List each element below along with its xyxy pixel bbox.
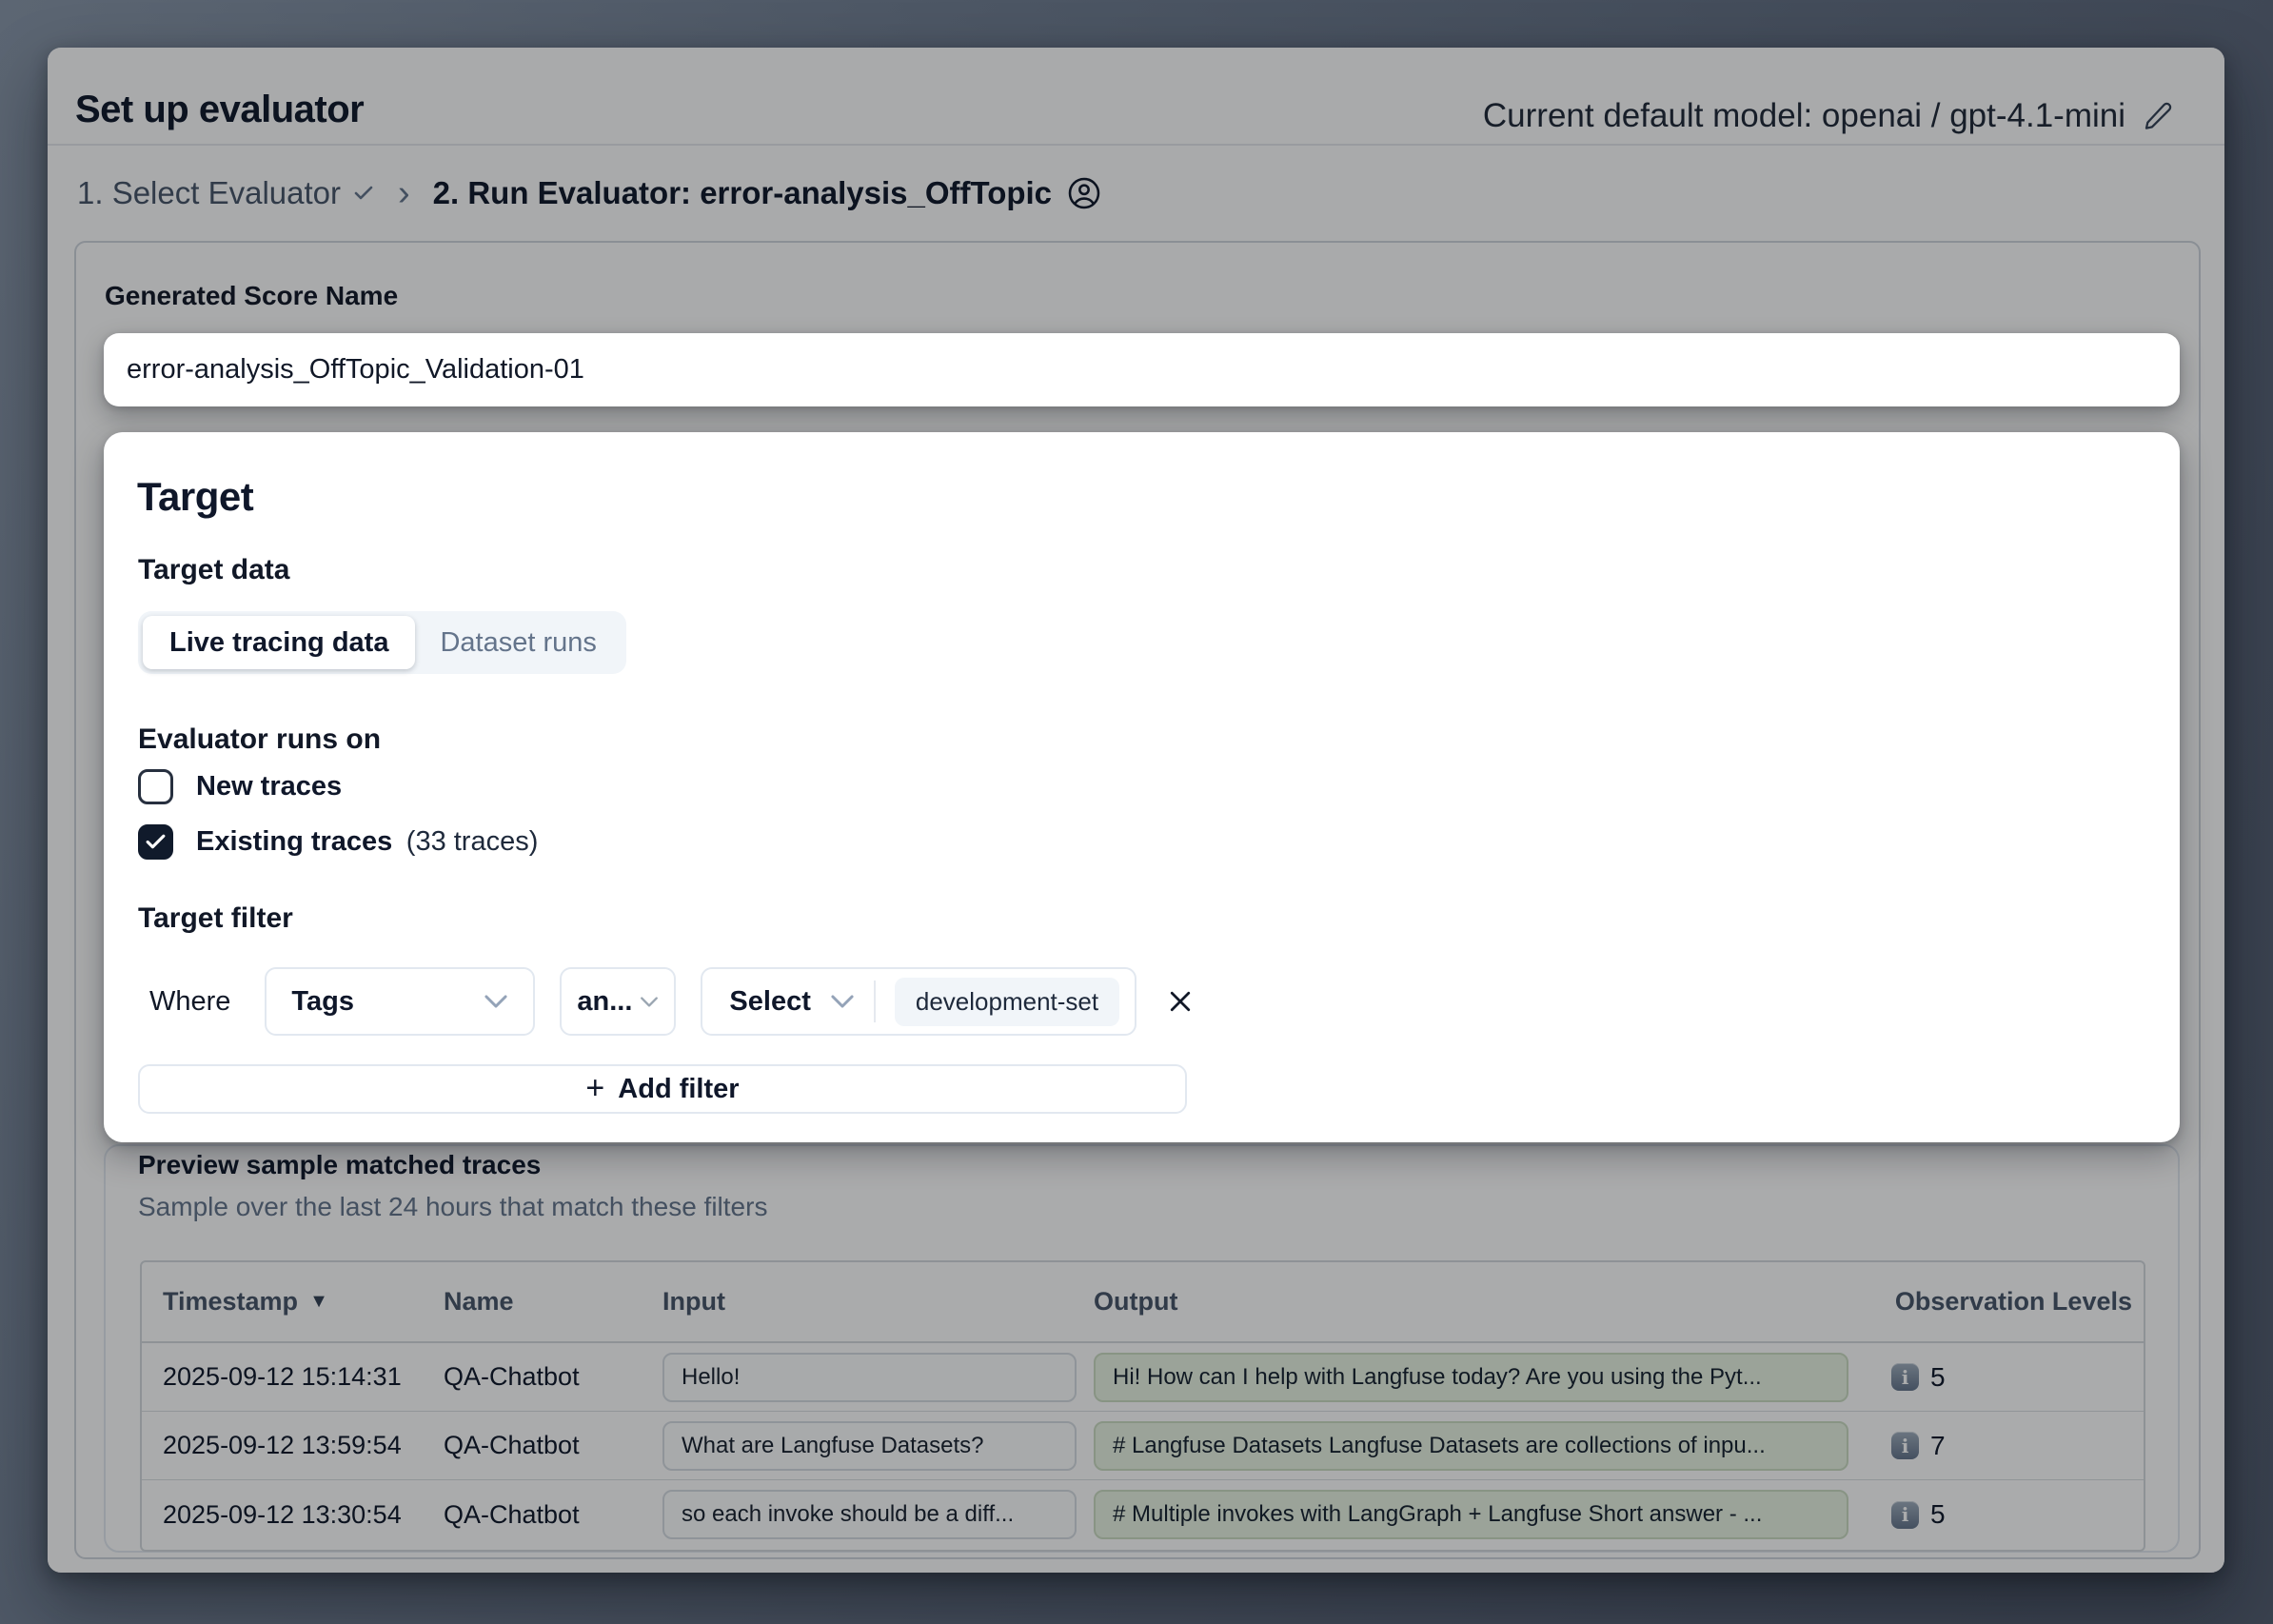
plus-icon: + [585, 1072, 604, 1104]
info-icon: i [1891, 1501, 1919, 1529]
input-preview-chip[interactable]: What are Langfuse Datasets? [662, 1421, 1077, 1471]
filter-value-label: Select [729, 986, 810, 1018]
score-name-label: Generated Score Name [105, 281, 398, 311]
breadcrumb: 1. Select Evaluator › 2. Run Evaluator: … [77, 169, 1101, 217]
setup-evaluator-modal: Set up evaluator Current default model: … [48, 48, 2224, 1573]
column-header-output: Output [1094, 1287, 1865, 1317]
remove-filter-button[interactable] [1161, 982, 1199, 1020]
option-existing-traces[interactable]: Existing traces (33 traces) [138, 824, 538, 860]
checkbox-existing-traces[interactable] [138, 824, 173, 860]
filter-value-chip: development-set [895, 978, 1119, 1026]
default-model-label: Current default model: openai / gpt-4.1-… [1483, 97, 2125, 135]
where-label: Where [138, 986, 240, 1018]
chevron-down-icon [830, 994, 855, 1009]
breadcrumb-step-1-label: 1. Select Evaluator [77, 175, 341, 211]
observation-level-count: 5 [1930, 1362, 1946, 1393]
table-row[interactable]: 2025-09-12 15:14:31 QA-Chatbot Hello! Hi… [142, 1343, 2144, 1412]
select-divider [874, 980, 876, 1022]
edit-model-icon[interactable] [2143, 101, 2173, 131]
column-header-observation-levels: Observation Levels [1865, 1287, 2144, 1317]
info-icon: i [1891, 1363, 1919, 1391]
output-preview-chip[interactable]: Hi! How can I help with Langfuse today? … [1094, 1353, 1848, 1402]
page-title: Set up evaluator [75, 89, 364, 131]
table-row[interactable]: 2025-09-12 13:59:54 QA-Chatbot What are … [142, 1412, 2144, 1480]
option-new-traces[interactable]: New traces [138, 769, 342, 804]
cell-name: QA-Chatbot [444, 1362, 662, 1392]
evaluator-form-container: Generated Score Name Target Target data … [74, 241, 2201, 1559]
target-data-label: Target data [138, 554, 289, 586]
default-model-row: Current default model: openai / gpt-4.1-… [1483, 97, 2173, 135]
output-preview-chip[interactable]: # Langfuse Datasets Langfuse Datasets ar… [1094, 1421, 1848, 1471]
target-card: Target Target data Live tracing data Dat… [104, 432, 2180, 1142]
output-preview-chip[interactable]: # Multiple invokes with LangGraph + Lang… [1094, 1490, 1848, 1539]
filter-value-select[interactable]: Select development-set [701, 967, 1136, 1036]
header-divider [48, 144, 2224, 146]
filter-operator-value: an... [577, 986, 632, 1018]
tab-live-tracing-data[interactable]: Live tracing data [143, 616, 415, 669]
chevron-down-icon [640, 996, 659, 1008]
cell-timestamp: 2025-09-12 15:14:31 [142, 1362, 444, 1392]
target-data-toggle: Live tracing data Dataset runs [138, 611, 626, 674]
add-filter-button[interactable]: + Add filter [138, 1064, 1187, 1114]
target-filter-label: Target filter [138, 902, 293, 935]
existing-traces-count: (33 traces) [406, 826, 539, 857]
check-icon [352, 182, 375, 205]
checkbox-existing-traces-label: Existing traces [196, 826, 392, 857]
input-preview-chip[interactable]: so each invoke should be a diff... [662, 1490, 1077, 1539]
score-name-input[interactable] [104, 333, 2180, 406]
filter-operator-select[interactable]: an... [560, 967, 676, 1036]
column-header-timestamp[interactable]: Timestamp ▼ [142, 1287, 444, 1317]
filter-column-select[interactable]: Tags [265, 967, 535, 1036]
preview-subtitle: Sample over the last 24 hours that match… [138, 1192, 767, 1222]
chevron-down-icon [484, 994, 508, 1009]
input-preview-chip[interactable]: Hello! [662, 1353, 1077, 1402]
breadcrumb-step-2-label: 2. Run Evaluator: error-analysis_OffTopi… [433, 175, 1052, 211]
cell-observation-levels: i 5 [1865, 1362, 2144, 1393]
score-name-field [104, 333, 2180, 406]
filter-row: Where Tags an... [138, 967, 1199, 1036]
cell-name: QA-Chatbot [444, 1431, 662, 1460]
target-title: Target [137, 474, 253, 520]
cell-timestamp: 2025-09-12 13:59:54 [142, 1431, 444, 1460]
table-header-row: Timestamp ▼ Name Input Output Observatio… [142, 1262, 2144, 1343]
filter-column-value: Tags [291, 986, 354, 1018]
column-header-name: Name [444, 1287, 662, 1317]
sort-desc-icon: ▼ [309, 1291, 328, 1313]
breadcrumb-step-1[interactable]: 1. Select Evaluator [77, 175, 375, 211]
tab-dataset-runs[interactable]: Dataset runs [415, 616, 621, 669]
cell-observation-levels: i 5 [1865, 1499, 2144, 1530]
add-filter-label: Add filter [618, 1074, 739, 1105]
column-header-input: Input [662, 1287, 1094, 1317]
observation-level-count: 7 [1930, 1431, 1946, 1461]
cell-name: QA-Chatbot [444, 1500, 662, 1530]
preview-title: Preview sample matched traces [138, 1150, 541, 1180]
checkbox-new-traces-label: New traces [196, 771, 342, 802]
checkbox-new-traces[interactable] [138, 769, 173, 804]
cell-observation-levels: i 7 [1865, 1431, 2144, 1461]
cell-timestamp: 2025-09-12 13:30:54 [142, 1500, 444, 1530]
table-row[interactable]: 2025-09-12 13:30:54 QA-Chatbot so each i… [142, 1480, 2144, 1549]
info-icon: i [1891, 1432, 1919, 1459]
timestamp-header-label: Timestamp [163, 1287, 298, 1317]
breadcrumb-separator: › [394, 175, 414, 211]
breadcrumb-step-2[interactable]: 2. Run Evaluator: error-analysis_OffTopi… [433, 175, 1101, 211]
observation-level-count: 5 [1930, 1499, 1946, 1530]
user-circle-icon [1067, 176, 1101, 210]
preview-card: Preview sample matched traces Sample ove… [104, 1144, 2180, 1553]
runs-on-label: Evaluator runs on [138, 723, 381, 756]
preview-table: Timestamp ▼ Name Input Output Observatio… [140, 1260, 2145, 1552]
